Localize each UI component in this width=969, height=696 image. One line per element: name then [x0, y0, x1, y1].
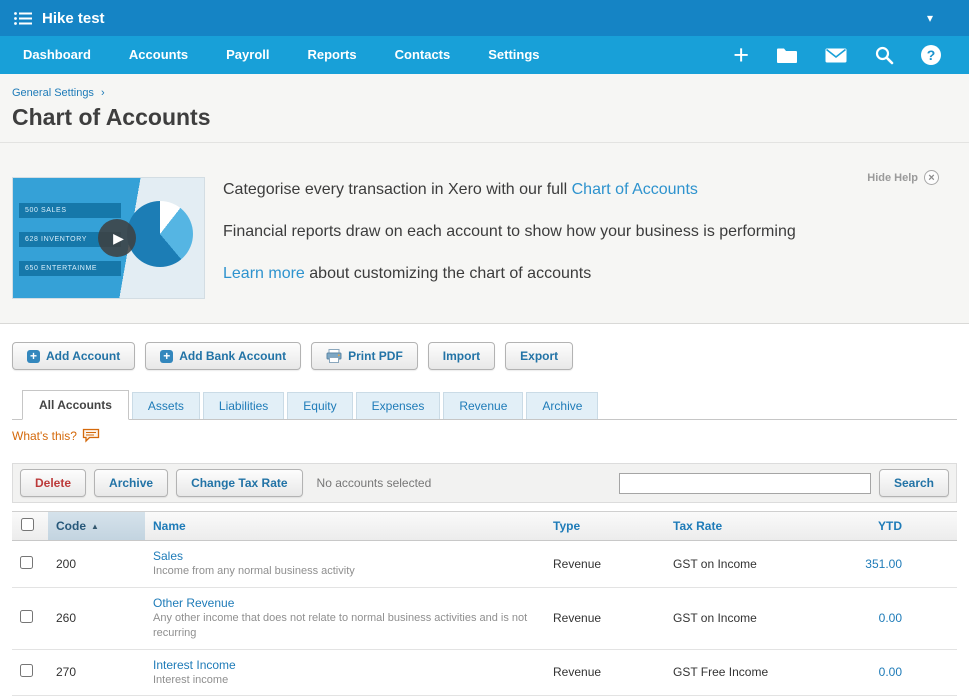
column-header-ytd[interactable]: YTD — [855, 513, 957, 539]
tab-all-accounts[interactable]: All Accounts — [22, 390, 129, 420]
nav-item-settings[interactable]: Settings — [469, 36, 558, 74]
whats-this-link[interactable]: What's this? — [12, 429, 77, 443]
breadcrumb-separator: › — [101, 87, 105, 99]
breadcrumb: General Settings › — [12, 87, 957, 99]
select-all-cell — [12, 512, 48, 540]
help-text: Categorise every transaction in Xero wit… — [223, 177, 796, 299]
video-thumbnail[interactable]: 500 SALES 628 INVENTORY 650 ENTERTAINME … — [12, 177, 205, 299]
selection-status: No accounts selected — [316, 476, 432, 490]
account-description: Income from any normal business activity — [153, 565, 355, 577]
content-section: + Add Account + Add Bank Account Print P… — [0, 342, 969, 696]
org-menu-icon[interactable] — [14, 11, 32, 25]
tab-equity[interactable]: Equity — [287, 392, 353, 419]
sort-asc-icon: ▲ — [91, 521, 99, 531]
plus-icon[interactable]: + — [733, 42, 749, 69]
action-bar: Delete Archive Change Tax Rate No accoun… — [12, 463, 957, 503]
table-row[interactable]: 260 Other Revenue Any other income that … — [12, 588, 957, 650]
nav-item-payroll[interactable]: Payroll — [207, 36, 288, 74]
main-nav: Dashboard Accounts Payroll Reports Conta… — [0, 36, 969, 74]
account-description: Interest income — [153, 673, 229, 686]
account-name-link[interactable]: Other Revenue — [153, 596, 234, 610]
change-tax-rate-button[interactable]: Change Tax Rate — [176, 469, 303, 497]
nav-item-reports[interactable]: Reports — [289, 36, 376, 74]
printer-icon — [326, 349, 342, 363]
tab-expenses[interactable]: Expenses — [355, 392, 441, 419]
close-icon[interactable]: × — [924, 170, 939, 185]
account-type: Revenue — [553, 556, 602, 571]
tab-archive[interactable]: Archive — [526, 392, 599, 419]
play-icon[interactable]: ▶ — [98, 219, 136, 257]
archive-button[interactable]: Archive — [94, 469, 169, 497]
nav-item-contacts[interactable]: Contacts — [376, 36, 470, 74]
whats-this: What's this? — [12, 428, 957, 443]
tab-revenue[interactable]: Revenue — [443, 392, 524, 419]
chevron-down-icon[interactable]: ▾ — [927, 11, 933, 25]
help-line-3: Learn more about customizing the chart o… — [223, 265, 592, 282]
video-row-label: 650 ENTERTAINME — [19, 261, 121, 276]
nav-item-accounts[interactable]: Accounts — [110, 36, 207, 74]
import-button[interactable]: Import — [427, 342, 496, 370]
account-tax-rate: GST Free Income — [673, 665, 769, 680]
title-divider — [0, 142, 969, 143]
export-button[interactable]: Export — [505, 342, 574, 370]
account-type: Revenue — [553, 611, 602, 626]
help-line-1: Categorise every transaction in Xero wit… — [223, 181, 698, 198]
video-row-label: 500 SALES — [19, 203, 121, 218]
account-code: 260 — [56, 611, 77, 626]
search-input[interactable] — [618, 472, 871, 494]
column-header-type[interactable]: Type — [545, 513, 665, 539]
plus-icon: + — [160, 349, 174, 363]
chart-of-accounts-link[interactable]: Chart of Accounts — [572, 181, 698, 198]
row-checkbox[interactable] — [20, 610, 33, 624]
help-line-2: Financial reports draw on each account t… — [223, 223, 796, 240]
page-header-section: General Settings › Chart of Accounts Hid… — [0, 74, 969, 324]
speech-bubble-icon[interactable] — [82, 428, 100, 443]
mail-icon[interactable] — [825, 48, 847, 63]
tab-assets[interactable]: Assets — [131, 392, 200, 419]
account-code: 270 — [56, 665, 77, 680]
account-type: Revenue — [553, 665, 602, 680]
ytd-link[interactable]: 351.00 — [865, 557, 902, 571]
help-panel: 500 SALES 628 INVENTORY 650 ENTERTAINME … — [12, 177, 957, 299]
select-all-checkbox[interactable] — [21, 518, 34, 531]
delete-button[interactable]: Delete — [20, 469, 87, 497]
topbar: Hike test ▾ — [0, 0, 969, 36]
account-tax-rate: GST on Income — [673, 556, 757, 571]
table-row[interactable]: 200 Sales Income from any normal busines… — [12, 541, 957, 588]
account-name-link[interactable]: Interest Income — [153, 658, 236, 672]
plus-icon: + — [27, 349, 40, 363]
row-checkbox[interactable] — [20, 664, 33, 678]
hide-help-label: Hide Help — [867, 171, 918, 184]
column-header-name[interactable]: Name — [145, 513, 545, 539]
pie-chart-graphic — [127, 201, 193, 267]
account-code: 200 — [56, 556, 77, 571]
table-header: Code ▲ Name Type Tax Rate YTD — [12, 511, 957, 541]
tab-liabilities[interactable]: Liabilities — [202, 392, 285, 419]
search-icon[interactable] — [874, 45, 894, 65]
nav-item-dashboard[interactable]: Dashboard — [4, 36, 110, 74]
breadcrumb-link-general-settings[interactable]: General Settings — [12, 87, 94, 99]
nav-icon-group: + ? — [733, 42, 969, 69]
folder-icon[interactable] — [776, 47, 798, 64]
hide-help-button[interactable]: Hide Help × — [867, 170, 939, 185]
learn-more-link[interactable]: Learn more — [223, 265, 305, 282]
ytd-link[interactable]: 0.00 — [879, 665, 902, 679]
account-description: Any other income that does not relate to… — [153, 611, 528, 639]
print-pdf-button[interactable]: Print PDF — [311, 342, 418, 370]
org-name[interactable]: Hike test — [42, 10, 105, 27]
column-header-code[interactable]: Code ▲ — [48, 512, 145, 540]
row-checkbox[interactable] — [20, 555, 33, 569]
account-tax-rate: GST on Income — [673, 611, 757, 626]
add-bank-account-button[interactable]: + Add Bank Account — [145, 342, 302, 370]
account-name-link[interactable]: Sales — [153, 549, 183, 563]
column-header-tax-rate[interactable]: Tax Rate — [665, 513, 855, 539]
help-icon[interactable]: ? — [921, 45, 941, 65]
search-button[interactable]: Search — [878, 469, 949, 497]
table-row[interactable]: 270 Interest Income Interest income Reve… — [12, 650, 957, 696]
toolbar: + Add Account + Add Bank Account Print P… — [12, 342, 957, 370]
ytd-link[interactable]: 0.00 — [879, 611, 902, 625]
add-account-button[interactable]: + Add Account — [12, 342, 136, 370]
page-title: Chart of Accounts — [12, 104, 211, 130]
account-tabs: All Accounts Assets Liabilities Equity E… — [12, 390, 957, 420]
